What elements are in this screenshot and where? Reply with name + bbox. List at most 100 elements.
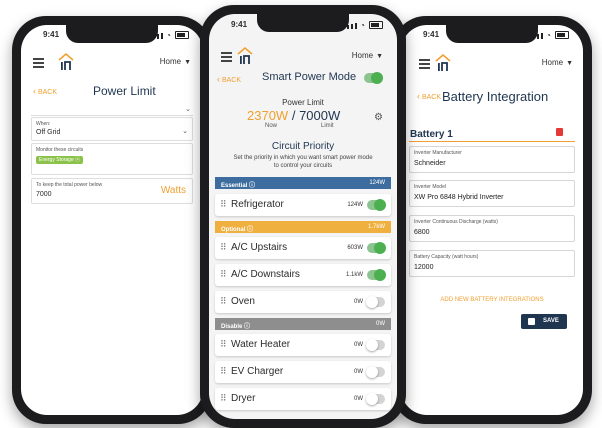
add-battery-link[interactable]: ADD NEW BATTERY INTEGRATIONS	[401, 297, 583, 303]
battery-title: Battery 1	[410, 129, 453, 140]
section-label: Optional	[221, 227, 246, 233]
circuit-name: A/C Upstairs	[231, 242, 288, 253]
chip-label: Energy Storage	[39, 157, 74, 163]
drag-handle-icon[interactable]: ⠿	[220, 367, 226, 376]
priority-desc-2: to control your circuits	[273, 163, 333, 169]
field-model[interactable]: Inverter Model XW Pro 6848 Hybrid Inverte…	[409, 180, 575, 207]
monitor-label: Monitor these circuits	[36, 147, 84, 153]
top-nav: Home ▼	[209, 46, 397, 68]
circuit-watts: 124W	[347, 202, 363, 208]
status-time: 9:41	[231, 20, 248, 29]
circuit-row-water-heater[interactable]: ⠿ Water Heater 0W	[215, 334, 391, 356]
keep-label: To keep the total power below	[36, 182, 103, 188]
home-selector[interactable]: Home ▼	[352, 51, 383, 60]
circuit-toggle[interactable]	[367, 242, 386, 254]
settings-icon[interactable]: ⚙	[374, 112, 383, 123]
circuit-toggle[interactable]	[366, 339, 385, 351]
home-label: Home	[541, 58, 564, 67]
back-button[interactable]: ‹ BACK	[417, 91, 441, 101]
field-value: 6800	[414, 229, 430, 236]
drag-handle-icon[interactable]: ⠿	[220, 243, 226, 252]
circuit-watts: 0W	[354, 396, 363, 402]
section-essential: Essential ⓘ 124W	[215, 177, 391, 189]
notch	[257, 14, 349, 32]
circuit-watts: 0W	[354, 299, 363, 305]
left-screen: 9:41 ◔ Home ▼ ‹ BACK Power Limit ⌄ When: …	[21, 25, 203, 415]
drag-handle-icon[interactable]: ⠿	[220, 394, 226, 403]
power-readout: 2370W / 7000W	[247, 108, 340, 123]
circuit-row-oven[interactable]: ⠿ Oven 0W	[215, 291, 391, 313]
circuit-toggle[interactable]	[366, 393, 385, 405]
back-label: BACK	[421, 94, 442, 101]
when-select[interactable]: When: Off Grid ⌄	[31, 117, 193, 141]
section-label: Essential	[221, 183, 248, 189]
monitor-box[interactable]: Monitor these circuits Energy Storage ⓧ	[31, 143, 193, 175]
status-time: 9:41	[43, 30, 60, 39]
keep-value: 7000	[36, 191, 52, 198]
circuit-toggle[interactable]	[366, 296, 385, 308]
section-label: Disable	[221, 324, 243, 330]
info-icon[interactable]: ⓘ	[247, 227, 253, 233]
collapsed-dropdown[interactable]: ⌄	[31, 105, 193, 116]
circuit-row-dryer[interactable]: ⠿ Dryer 0W	[215, 388, 391, 410]
field-capacity[interactable]: Battery Capacity (watt hours) 12000	[409, 250, 575, 277]
logo-icon	[237, 46, 253, 64]
drag-handle-icon[interactable]: ⠿	[220, 340, 226, 349]
center-screen: 9:41 ◔ Home ▼ ‹ BACK Smart Power Mode Pow…	[209, 14, 397, 419]
battery-icon	[175, 31, 189, 39]
drag-handle-icon[interactable]: ⠿	[220, 200, 226, 209]
drag-handle-icon[interactable]: ⠿	[220, 297, 226, 306]
circuit-toggle[interactable]	[367, 199, 386, 211]
circuit-row-ac-downstairs[interactable]: ⠿ A/C Downstairs 1.1kW	[215, 264, 391, 286]
menu-icon[interactable]	[419, 59, 430, 71]
circuit-toggle[interactable]	[366, 366, 385, 378]
menu-icon[interactable]	[33, 58, 44, 70]
save-button[interactable]: SAVE	[521, 314, 567, 329]
field-manufacturer[interactable]: Inverter Manufacturer Schneider	[409, 146, 575, 173]
home-selector[interactable]: Home ▼	[160, 57, 191, 66]
right-phone: 9:41 ◔ Home ▼ ‹ BACK Battery Integration …	[392, 16, 592, 424]
circuit-toggle[interactable]	[367, 269, 386, 281]
chevron-left-icon: ‹	[217, 74, 220, 84]
circuit-name: EV Charger	[231, 366, 284, 377]
info-icon[interactable]: ⓘ	[249, 183, 255, 189]
field-label: Inverter Continuous Discharge (watts)	[414, 219, 498, 225]
info-icon[interactable]: ⓘ	[244, 324, 250, 330]
right-screen: 9:41 ◔ Home ▼ ‹ BACK Battery Integration …	[401, 25, 583, 415]
page-title: Power Limit	[93, 84, 156, 98]
caret-down-icon: ▼	[566, 60, 573, 67]
back-label: BACK	[221, 77, 242, 84]
section-disable: Disable ⓘ 0W	[215, 318, 391, 330]
drag-handle-icon[interactable]: ⠿	[220, 270, 226, 279]
circuit-chip[interactable]: Energy Storage ⓧ	[36, 156, 84, 164]
circuit-name: A/C Downstairs	[231, 269, 300, 280]
battery-divider	[409, 141, 575, 142]
battery-icon	[555, 31, 569, 39]
circuit-row-ac-upstairs[interactable]: ⠿ A/C Upstairs 603W	[215, 237, 391, 259]
back-button[interactable]: ‹ BACK	[217, 74, 241, 84]
menu-icon[interactable]	[221, 52, 232, 64]
circuit-name: Oven	[231, 296, 255, 307]
wifi-icon: ◔	[360, 21, 365, 30]
save-icon	[528, 318, 535, 325]
close-icon[interactable]: ⓧ	[75, 157, 80, 163]
center-phone: 9:41 ◔ Home ▼ ‹ BACK Smart Power Mode Pow…	[200, 5, 406, 428]
circuit-row-ev-charger[interactable]: ⠿ EV Charger 0W	[215, 361, 391, 383]
home-selector[interactable]: Home ▼	[542, 58, 573, 67]
power-limit-label: Power Limit	[282, 98, 324, 107]
notch	[66, 25, 158, 43]
circuit-row-refrigerator[interactable]: ⠿ Refrigerator 124W	[215, 194, 391, 216]
field-value: XW Pro 6848 Hybrid Inverter	[414, 194, 504, 201]
section-value: 0W	[376, 321, 385, 327]
trash-icon[interactable]	[556, 128, 563, 136]
back-button[interactable]: ‹ BACK	[33, 86, 57, 96]
smart-power-toggle[interactable]	[364, 72, 383, 84]
limit-field[interactable]: To keep the total power below 7000 Watts	[31, 178, 193, 204]
home-label: Home	[351, 51, 374, 60]
field-discharge[interactable]: Inverter Continuous Discharge (watts) 680…	[409, 215, 575, 242]
field-label: Inverter Manufacturer	[414, 150, 462, 156]
save-label: SAVE	[543, 318, 559, 324]
wifi-icon: ◔	[166, 31, 171, 40]
unit-label: Watts	[160, 185, 186, 196]
left-phone: 9:41 ◔ Home ▼ ‹ BACK Power Limit ⌄ When: …	[12, 16, 212, 424]
